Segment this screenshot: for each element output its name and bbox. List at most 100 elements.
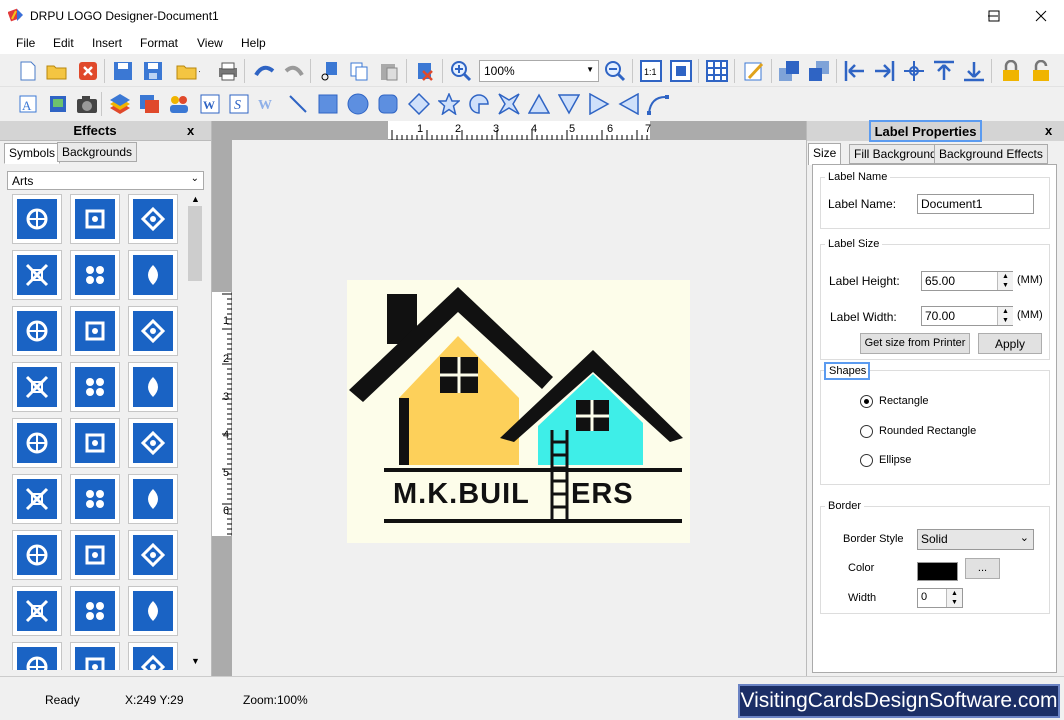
burst-tool-icon[interactable] <box>497 92 521 116</box>
print-icon[interactable] <box>216 59 240 83</box>
maximize-button[interactable] <box>971 0 1017 32</box>
symbol-tile[interactable] <box>70 642 120 670</box>
symbol-tile[interactable] <box>70 194 120 244</box>
symbol-tile[interactable] <box>12 642 62 670</box>
menu-view[interactable]: View <box>197 36 223 50</box>
menu-format[interactable]: Format <box>140 36 178 50</box>
get-size-from-printer-button[interactable]: Get size from Printer <box>860 333 970 354</box>
properties-close-button[interactable]: x <box>1045 123 1052 138</box>
ellipse-option-label[interactable]: Ellipse <box>879 454 911 466</box>
rectangle-tool-icon[interactable] <box>316 92 340 116</box>
symbol-tile[interactable] <box>70 530 120 580</box>
symbol-tile[interactable] <box>128 642 178 670</box>
border-style-select[interactable]: Solid ⌄ <box>917 529 1034 550</box>
align-bottom-icon[interactable] <box>962 59 986 83</box>
star-tool-icon[interactable] <box>437 92 461 116</box>
diamond-tool-icon[interactable] <box>407 92 431 116</box>
zoom-select[interactable]: 100% ▼ <box>479 60 599 82</box>
library-icon[interactable] <box>108 92 132 116</box>
camera-icon[interactable] <box>75 92 99 116</box>
undo-icon[interactable] <box>252 59 276 83</box>
actual-size-icon[interactable]: 1:1 <box>639 59 663 83</box>
symbol-tile[interactable] <box>70 306 120 356</box>
border-color-picker-button[interactable]: ... <box>965 558 1000 579</box>
menu-file[interactable]: File <box>16 36 35 50</box>
delete-icon[interactable] <box>413 59 437 83</box>
triangle-down-tool-icon[interactable] <box>557 92 581 116</box>
text-tool-icon[interactable]: A <box>16 92 40 116</box>
symbol-tile[interactable] <box>12 362 62 412</box>
zoom-out-icon[interactable] <box>603 59 627 83</box>
border-width-stepper[interactable]: ▲ ▼ <box>946 589 962 607</box>
background-icon[interactable] <box>138 92 162 116</box>
radio-rounded-rectangle[interactable] <box>860 425 873 438</box>
tab-fill-background[interactable]: Fill Background <box>849 144 942 164</box>
triangle-up-tool-icon[interactable] <box>527 92 551 116</box>
send-back-icon[interactable] <box>807 59 831 83</box>
label-name-input[interactable]: Document1 <box>917 194 1034 214</box>
fit-window-icon[interactable] <box>669 59 693 83</box>
symbol-tile[interactable] <box>128 250 178 300</box>
ellipse-tool-icon[interactable] <box>346 92 370 116</box>
symbol-tile[interactable] <box>128 306 178 356</box>
redo-icon[interactable] <box>282 59 306 83</box>
symbol-tile[interactable] <box>12 530 62 580</box>
scroll-up-icon[interactable]: ▲ <box>191 194 200 204</box>
apply-button[interactable]: Apply <box>978 333 1042 354</box>
symbol-tile[interactable] <box>12 250 62 300</box>
symbol-tile[interactable] <box>12 586 62 636</box>
tab-backgrounds[interactable]: Backgrounds <box>57 142 138 162</box>
save-as-icon[interactable] <box>141 59 165 83</box>
symbol-tile[interactable] <box>128 362 178 412</box>
effects-close-button[interactable]: x <box>187 123 194 138</box>
unlock-icon[interactable] <box>1029 59 1053 83</box>
watermark-icon[interactable]: W <box>256 92 280 116</box>
align-right-icon[interactable] <box>872 59 896 83</box>
line-tool-icon[interactable] <box>286 92 310 116</box>
symbol-tile[interactable] <box>128 530 178 580</box>
scroll-down-icon[interactable]: ▼ <box>191 656 200 666</box>
tab-size[interactable]: Size <box>808 143 842 165</box>
zoom-in-icon[interactable] <box>449 59 473 83</box>
rectangle-option-label[interactable]: Rectangle <box>879 395 929 407</box>
tab-background-effects[interactable]: Background Effects <box>934 144 1048 164</box>
symbol-tile[interactable] <box>70 362 120 412</box>
logo-label[interactable]: M.K.BUIL ERS <box>347 280 690 543</box>
align-left-icon[interactable] <box>843 59 867 83</box>
rounded-rectangle-option-label[interactable]: Rounded Rectangle <box>879 425 976 437</box>
rounded-rect-tool-icon[interactable] <box>376 92 400 116</box>
align-top-icon[interactable] <box>932 59 956 83</box>
close-button[interactable] <box>1018 0 1064 32</box>
users-icon[interactable] <box>167 92 191 116</box>
lock-icon[interactable] <box>999 59 1023 83</box>
triangle-left-tool-icon[interactable] <box>617 92 641 116</box>
symbol-tile[interactable] <box>128 418 178 468</box>
image-tool-icon[interactable] <box>46 92 70 116</box>
symbol-tile[interactable] <box>12 306 62 356</box>
paste-icon[interactable] <box>377 59 401 83</box>
height-stepper[interactable]: ▲ ▼ <box>997 272 1013 290</box>
symbol-tile[interactable] <box>70 250 120 300</box>
symbol-category-select[interactable]: Arts ⌄ <box>7 171 204 190</box>
curve-tool-icon[interactable] <box>646 92 670 116</box>
symbol-tile[interactable] <box>70 474 120 524</box>
border-color-swatch[interactable] <box>917 562 958 581</box>
signature-icon[interactable]: S <box>227 92 251 116</box>
new-icon[interactable] <box>16 59 40 83</box>
width-stepper[interactable]: ▲ ▼ <box>997 307 1013 325</box>
properties-icon[interactable] <box>742 59 766 83</box>
cut-icon[interactable] <box>318 59 342 83</box>
word-art-icon[interactable]: W <box>198 92 222 116</box>
align-center-icon[interactable] <box>902 59 926 83</box>
menu-edit[interactable]: Edit <box>53 36 74 50</box>
bring-front-icon[interactable] <box>777 59 801 83</box>
symbol-tile[interactable] <box>12 194 62 244</box>
grid-icon[interactable] <box>705 59 729 83</box>
symbol-tile[interactable] <box>12 418 62 468</box>
export-icon[interactable] <box>176 59 200 83</box>
radio-rectangle[interactable] <box>860 395 873 408</box>
symbol-tile[interactable] <box>128 474 178 524</box>
scrollbar-thumb[interactable] <box>188 206 202 281</box>
symbol-tile[interactable] <box>128 586 178 636</box>
radio-ellipse[interactable] <box>860 454 873 467</box>
